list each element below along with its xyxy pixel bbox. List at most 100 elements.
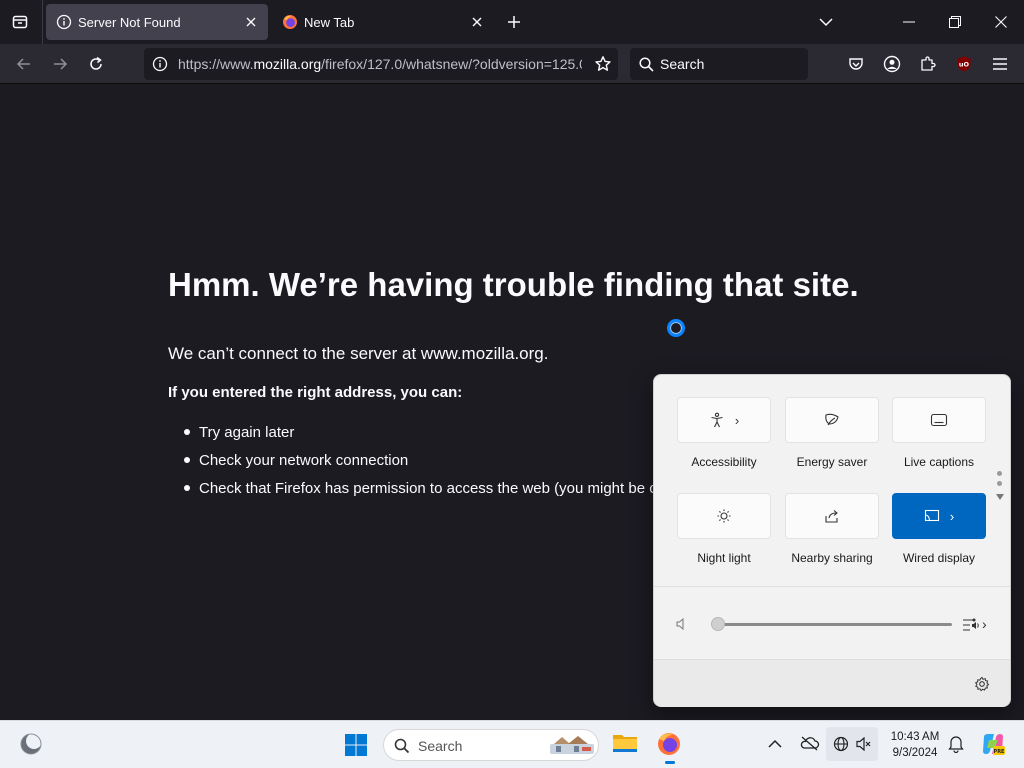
tab-title: New Tab xyxy=(304,14,355,30)
list-item: Check your network connection xyxy=(184,446,654,474)
forward-button[interactable] xyxy=(46,50,74,78)
firefox-icon xyxy=(658,733,680,755)
svg-text:uO: uO xyxy=(959,61,970,69)
qs-label: Night light xyxy=(697,551,751,565)
live-captions-toggle[interactable] xyxy=(892,397,986,443)
folder-icon xyxy=(613,735,637,752)
restore-button[interactable] xyxy=(939,8,971,36)
firefox-taskbar-button[interactable] xyxy=(656,731,684,764)
extensions-button[interactable] xyxy=(914,50,942,78)
qs-label: Accessibility xyxy=(691,455,757,469)
search-bar[interactable]: Search xyxy=(630,48,808,80)
gear-icon[interactable] xyxy=(974,676,990,692)
chevron-right-icon[interactable]: › xyxy=(982,616,987,632)
search-icon xyxy=(394,738,410,754)
close-tab-icon[interactable] xyxy=(468,13,486,31)
nearby-sharing-toggle[interactable] xyxy=(785,493,879,539)
close-tab-icon[interactable] xyxy=(242,13,260,31)
loading-cursor-icon xyxy=(667,319,685,337)
url-text[interactable]: https://www.mozilla.org/firefox/127.0/wh… xyxy=(178,56,582,72)
tab-server-not-found[interactable]: Server Not Found xyxy=(46,4,268,40)
night-light-icon xyxy=(717,509,731,523)
energy-saver-toggle[interactable] xyxy=(785,397,879,443)
error-description: We can’t connect to the server at www.mo… xyxy=(168,344,549,363)
caret-down-icon[interactable] xyxy=(995,493,1005,501)
close-icon xyxy=(995,16,1007,28)
site-info-icon[interactable] xyxy=(150,54,170,74)
reload-button[interactable] xyxy=(82,50,110,78)
url-prefix: https://www. xyxy=(178,56,254,72)
chevron-right-icon[interactable]: › xyxy=(735,413,739,428)
account-button[interactable] xyxy=(878,50,906,78)
quick-settings-tray-button[interactable] xyxy=(826,727,878,761)
address-bar[interactable]: https://www.mozilla.org/firefox/127.0/wh… xyxy=(144,48,618,80)
sound-output-icon[interactable] xyxy=(962,616,984,634)
speaker-muted-icon[interactable] xyxy=(676,618,688,630)
nearby-sharing-icon xyxy=(825,510,838,523)
tab-new-tab[interactable]: New Tab xyxy=(272,4,494,40)
volume-slider-thumb[interactable] xyxy=(711,617,725,631)
new-tab-button[interactable] xyxy=(502,10,526,34)
night-light-toggle[interactable] xyxy=(677,493,771,539)
wired-display-toggle[interactable]: › xyxy=(892,493,986,539)
quick-settings-flyout: › Accessibility Energy saver Live captio… xyxy=(653,374,1011,707)
qs-page-indicator[interactable] xyxy=(994,471,1006,511)
page-dot xyxy=(997,471,1002,476)
live-captions-icon xyxy=(930,413,948,427)
show-hidden-icons-button[interactable] xyxy=(768,735,786,753)
globe-network-icon xyxy=(833,736,849,752)
taskbar-search-box[interactable]: Search xyxy=(383,729,599,761)
chevron-up-icon xyxy=(768,739,782,748)
minimize-button[interactable] xyxy=(893,8,925,36)
clock-date: 9/3/2024 xyxy=(892,747,938,759)
file-explorer-button[interactable] xyxy=(612,731,640,759)
copilot-icon: PRE xyxy=(983,734,1006,755)
account-icon xyxy=(883,55,901,73)
copilot-button[interactable]: PRE xyxy=(980,731,1006,757)
accessibility-icon xyxy=(711,412,723,428)
weather-widget-button[interactable] xyxy=(18,731,46,759)
pocket-button[interactable] xyxy=(842,50,870,78)
ublock-icon: uO xyxy=(957,56,971,72)
ublock-origin-button[interactable]: uO xyxy=(950,50,978,78)
firefox-view-icon xyxy=(12,15,28,29)
bookmark-star-icon[interactable] xyxy=(592,53,614,75)
bullet-icon xyxy=(184,429,190,435)
qs-footer xyxy=(654,659,1010,707)
chevron-right-icon[interactable]: › xyxy=(950,509,954,524)
energy-saver-icon xyxy=(825,413,839,426)
bell-icon xyxy=(948,736,964,754)
onedrive-tray-button[interactable] xyxy=(800,735,820,755)
search-icon xyxy=(638,56,654,72)
arrow-right-icon xyxy=(54,58,68,70)
qs-label: Nearby sharing xyxy=(791,551,873,565)
list-all-tabs-button[interactable] xyxy=(814,10,838,34)
start-button[interactable] xyxy=(344,733,368,757)
back-button[interactable] xyxy=(10,50,38,78)
clock-time: 10:43 AM xyxy=(890,731,940,743)
url-domain: mozilla.org xyxy=(253,56,322,72)
minimize-icon xyxy=(903,21,915,23)
tab-title: Server Not Found xyxy=(78,14,181,30)
search-placeholder: Search xyxy=(660,56,705,72)
plus-icon xyxy=(508,16,520,28)
system-clock[interactable]: 10:43 AM 9/3/2024 xyxy=(882,729,948,761)
svg-text:PRE: PRE xyxy=(994,749,1006,755)
url-path: /firefox/127.0/whatsnew/?oldversion=125.… xyxy=(321,56,582,72)
taskbar: Search 10:43 AM 9/3/2024 PRE xyxy=(0,720,1024,768)
qs-label: Live captions xyxy=(903,455,975,469)
volume-slider-track[interactable] xyxy=(720,623,952,626)
accessibility-toggle[interactable]: › xyxy=(677,397,771,443)
puzzle-icon xyxy=(921,56,936,71)
reload-icon xyxy=(90,56,102,70)
hamburger-menu-icon xyxy=(993,58,1007,70)
info-icon xyxy=(56,14,72,30)
speaker-muted-icon xyxy=(856,737,871,751)
firefox-view-button[interactable] xyxy=(6,8,34,36)
app-menu-button[interactable] xyxy=(986,50,1014,78)
close-window-button[interactable] xyxy=(985,8,1017,36)
page-dot xyxy=(997,481,1002,486)
tab-strip: Server Not Found New Tab xyxy=(0,0,1024,44)
qs-label: Energy saver xyxy=(796,455,868,469)
notifications-button[interactable] xyxy=(948,735,966,755)
